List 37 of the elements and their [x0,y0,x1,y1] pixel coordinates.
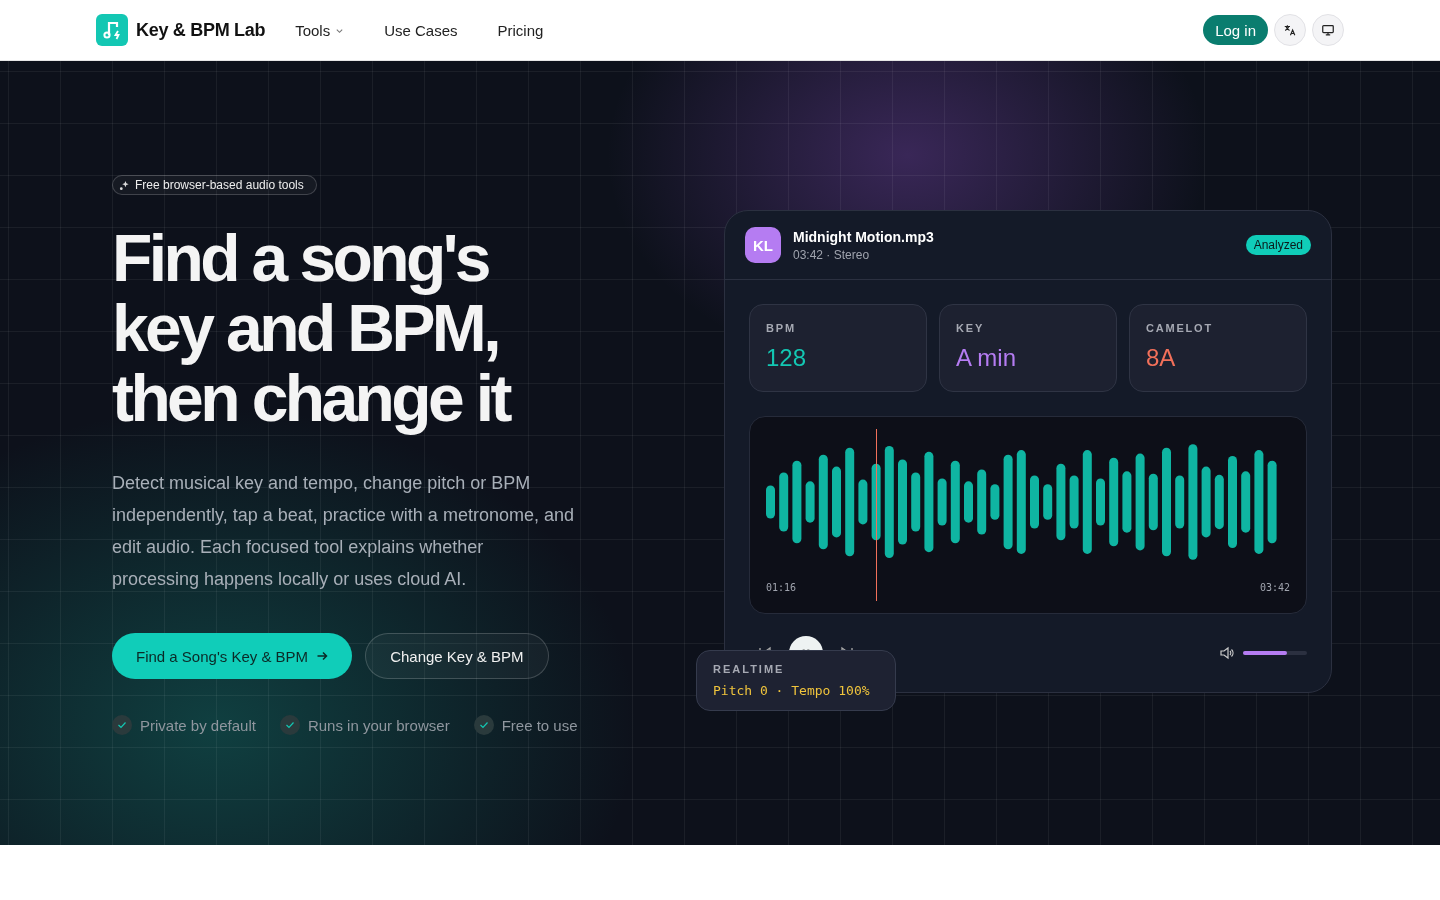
stat-label: CAMELOT [1146,322,1214,334]
stat-value: 8A [1146,344,1177,372]
hero-title: Find a song's key and BPM, then change it [112,223,511,433]
tagline-badge: Free browser-based audio tools [112,175,317,195]
translate-icon[interactable] [1274,14,1306,46]
arrow-right-icon [316,650,329,662]
monitor-icon[interactable] [1312,14,1344,46]
find-key-button[interactable]: Find a Song's Key & BPM [112,633,353,679]
time-end: 03:42 [1259,582,1290,593]
volume-slider[interactable] [1243,651,1307,655]
nav-link[interactable]: Use Cases [384,21,458,39]
stat-value: A min [956,344,1018,372]
realtime-label: REALTIME [713,663,786,675]
hero-description: Detect musical key and tempo, change pitch or BPM independently, tap a beat, practice with a metronome, and edit audio. Each focused tool explains whether processing happens locally or uses cloud AI. [112,472,574,591]
sparkle-icon [119,179,130,191]
volume-icon [1219,645,1235,661]
avatar: KL [745,227,781,263]
feature-text: Free to use [501,716,578,734]
stat-value: 128 [766,344,808,372]
check-icon [112,715,132,735]
feature-text: Private by default [140,716,256,734]
check-icon [473,715,494,735]
music-note-logo-icon [96,14,128,46]
time-start: 01:16 [766,582,797,593]
login-button[interactable]: Log in [1203,15,1268,45]
check-icon [279,715,300,735]
stat-label: KEY [956,322,986,334]
change-key-button[interactable]: Change Key & BPM [365,633,549,679]
feature-text: Runs in your browser [307,716,450,734]
file-meta: 03:42 · Stereo [793,247,871,262]
nav-link[interactable]: Tools [295,21,345,39]
file-name: Midnight Motion.mp3 [793,228,934,245]
status-badge: Analyzed [1245,235,1311,255]
brand-name[interactable]: Key & BPM Lab [136,19,266,41]
stat-label: BPM [766,322,797,334]
nav-link[interactable]: Pricing [497,21,544,39]
realtime-value: Pitch 0 · Tempo 100% [713,683,871,698]
